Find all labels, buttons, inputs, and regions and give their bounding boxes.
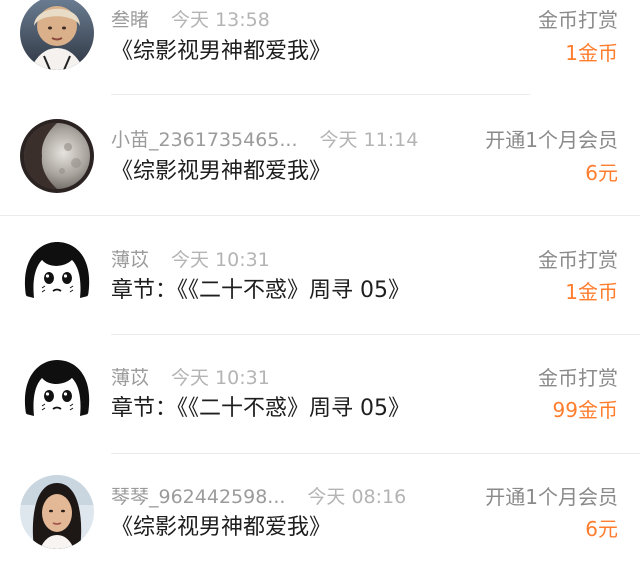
reward-amount: 6元	[585, 161, 618, 185]
list-item[interactable]: 薄苡 今天 10:31 章节：《《二十不惑》周寻 05》 金币打赏 99金币	[0, 346, 640, 465]
reward-amount: 1金币	[565, 280, 618, 304]
timestamp: 今天 10:31	[171, 249, 270, 271]
avatar[interactable]	[20, 0, 94, 70]
reward-type: 开通1个月会员	[485, 485, 618, 509]
divider	[111, 453, 640, 454]
divider	[111, 334, 640, 335]
user-name[interactable]: 琴琴_962442598...	[111, 486, 285, 508]
list-item[interactable]: 琴琴_962442598... 今天 08:16 《综影视男神都爱我》 开通1个月…	[0, 464, 640, 583]
user-name[interactable]: 叁睹	[111, 9, 149, 31]
item-meta: 薄苡 今天 10:31	[111, 248, 270, 272]
reward-amount: 6元	[585, 517, 618, 541]
avatar[interactable]	[20, 475, 94, 549]
reward-type: 金币打赏	[538, 366, 618, 390]
avatar[interactable]	[20, 119, 94, 193]
user-name[interactable]: 薄苡	[111, 367, 149, 389]
anime-girl-avatar-icon	[20, 238, 94, 312]
divider	[111, 94, 530, 95]
user-name[interactable]: 薄苡	[111, 249, 149, 271]
avatar[interactable]	[20, 238, 94, 312]
book-title[interactable]: 《综影视男神都爱我》	[111, 513, 331, 543]
timestamp: 今天 08:16	[307, 486, 407, 508]
reward-type: 开通1个月会员	[485, 128, 618, 152]
list-item[interactable]: 薄苡 今天 10:31 章节：《《二十不惑》周寻 05》 金币打赏 1金币	[0, 228, 640, 347]
reward-amount: 99金币	[552, 398, 618, 422]
timestamp: 今天 13:58	[171, 9, 270, 31]
item-meta: 薄苡 今天 10:31	[111, 366, 270, 390]
woman-photo-avatar-icon	[20, 475, 94, 549]
user-name[interactable]: 小苗_2361735465...	[111, 129, 298, 151]
list-item[interactable]: 叁睹 今天 13:58 《综影视男神都爱我》 金币打赏 1金币	[0, 0, 640, 109]
avatar[interactable]	[20, 356, 94, 430]
book-title[interactable]: 《综影视男神都爱我》	[111, 37, 331, 67]
timestamp: 今天 10:31	[171, 367, 270, 389]
timestamp: 今天 11:14	[319, 129, 419, 151]
moon-photo-avatar-icon	[20, 119, 94, 193]
chapter-title[interactable]: 章节：《《二十不惑》周寻 05》	[111, 394, 410, 424]
item-meta: 琴琴_962442598... 今天 08:16	[111, 485, 406, 509]
divider	[0, 215, 640, 216]
reward-amount: 1金币	[565, 41, 618, 65]
reward-type: 金币打赏	[538, 8, 618, 32]
anime-girl-avatar-icon	[20, 356, 94, 430]
chapter-title[interactable]: 章节：《《二十不惑》周寻 05》	[111, 276, 410, 306]
list-item[interactable]: 小苗_2361735465... 今天 11:14 《综影视男神都爱我》 开通1个…	[0, 110, 640, 229]
reward-type: 金币打赏	[538, 248, 618, 272]
book-title[interactable]: 《综影视男神都爱我》	[111, 157, 331, 187]
girl-photo-avatar-icon	[20, 0, 94, 70]
item-meta: 叁睹 今天 13:58	[111, 8, 270, 32]
item-meta: 小苗_2361735465... 今天 11:14	[111, 128, 418, 152]
